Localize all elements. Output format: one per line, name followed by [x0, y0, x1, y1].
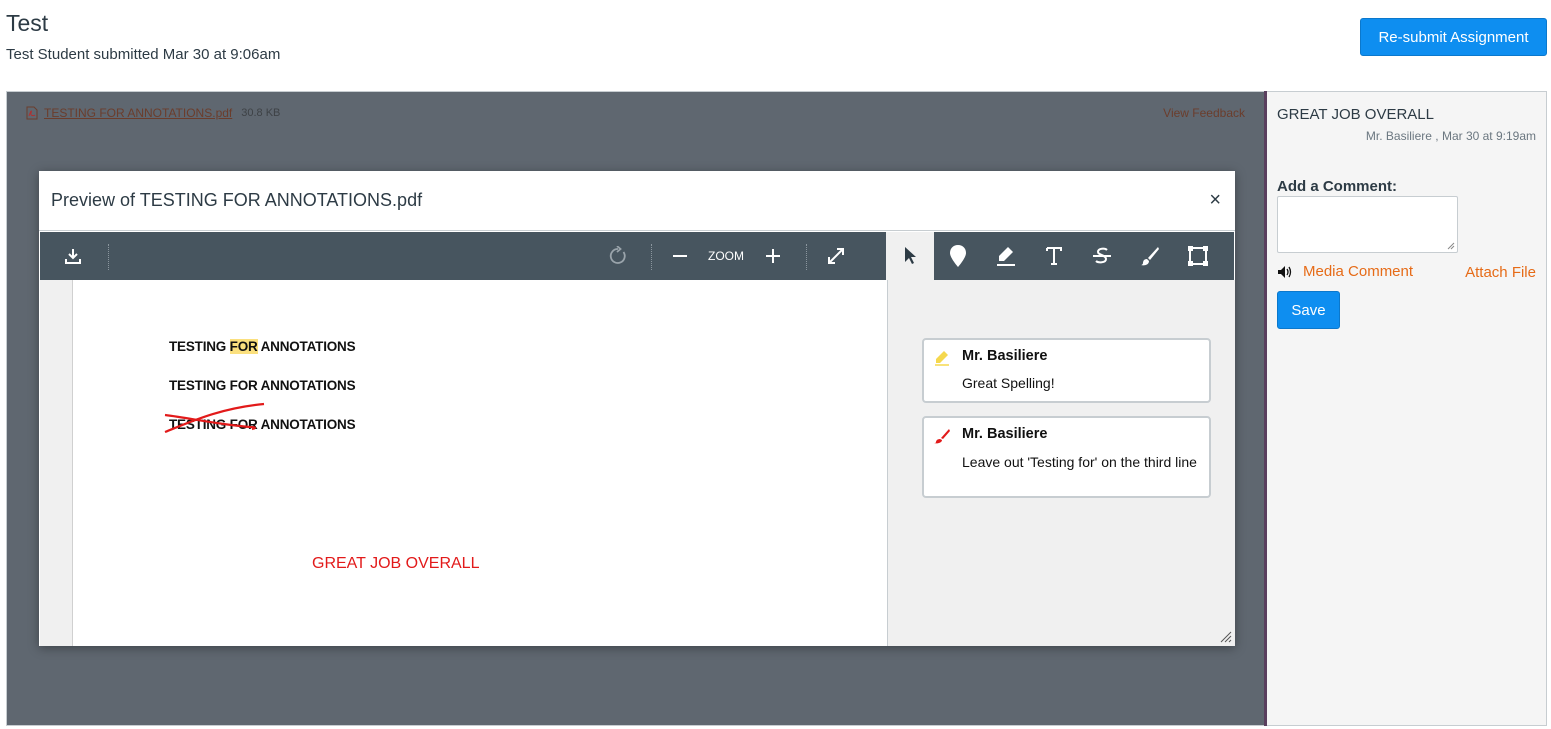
annotation-text: Leave out 'Testing for' on the third lin…: [962, 454, 1197, 470]
comment-meta: Mr. Basiliere , Mar 30 at 9:19am: [1365, 129, 1536, 143]
paintbrush-icon: [1141, 247, 1159, 266]
area-select-icon: [1188, 246, 1208, 266]
area-tool-button[interactable]: [1176, 232, 1220, 280]
document-line: TESTING FOR ANNOTATIONS: [169, 339, 356, 354]
map-pin-icon: [950, 245, 966, 267]
annotation-author: Mr. Basiliere: [962, 426, 1048, 442]
text-icon: [1046, 247, 1062, 265]
file-size: 30.8 KB: [241, 107, 281, 119]
rotate-button[interactable]: [603, 232, 633, 280]
modal-title: Preview of TESTING FOR ANNOTATIONS.pdf: [51, 190, 423, 210]
file-link[interactable]: TESTING FOR ANNOTATIONS.pdf: [44, 106, 232, 120]
document-text: TESTING: [169, 339, 230, 354]
document-text: ANNOTATIONS: [257, 339, 356, 354]
page-gutter: [40, 280, 73, 646]
point-annotation-button[interactable]: [936, 232, 980, 280]
toolbar-separator: [806, 244, 807, 270]
highlight-tool-button[interactable]: [984, 232, 1028, 280]
document-page-area[interactable]: TESTING FOR ANNOTATIONS TESTING FOR ANNO…: [40, 280, 887, 646]
page-title: Test: [6, 10, 49, 36]
highlighter-icon: [935, 351, 949, 366]
zoom-label: ZOOM: [708, 249, 744, 263]
annotation-card[interactable]: Mr. Basiliere Great Spelling!: [922, 338, 1211, 403]
comment-title: GREAT JOB OVERALL: [1277, 106, 1434, 123]
strikethrough-icon: [1093, 247, 1111, 264]
comments-sidebar: GREAT JOB OVERALL Mr. Basiliere , Mar 30…: [1267, 91, 1547, 726]
download-icon: [65, 249, 81, 264]
freehand-strike-annotation[interactable]: [160, 400, 270, 440]
speaker-icon: [1278, 265, 1292, 278]
text-tool-button[interactable]: [1032, 232, 1076, 280]
fullscreen-button[interactable]: [821, 232, 851, 280]
attach-file-link[interactable]: Attach File: [1465, 264, 1536, 281]
resubmit-assignment-button[interactable]: Re-submit Assignment: [1360, 18, 1547, 56]
pdf-file-icon: [26, 106, 38, 120]
freehand-icon: [934, 429, 950, 444]
comment-textarea[interactable]: [1277, 196, 1458, 253]
strikeout-tool-button[interactable]: [1080, 232, 1124, 280]
preview-modal: Preview of TESTING FOR ANNOTATIONS.pdf ×…: [39, 171, 1235, 646]
annotation-comments-pane: Mr. Basiliere Great Spelling! Mr. Basili…: [887, 280, 1235, 646]
file-row: TESTING FOR ANNOTATIONS.pdf 30.8 KB: [25, 106, 280, 120]
viewer-toolbar: ZOOM: [40, 232, 1234, 280]
draw-tool-button[interactable]: [1128, 232, 1172, 280]
save-button[interactable]: Save: [1277, 291, 1340, 329]
add-comment-label: Add a Comment:: [1277, 178, 1397, 195]
free-text-annotation[interactable]: GREAT JOB OVERALL: [312, 555, 479, 573]
textarea-resize-icon[interactable]: [1447, 242, 1455, 250]
rotate-icon: [609, 246, 626, 264]
annotation-card[interactable]: Mr. Basiliere Leave out 'Testing for' on…: [922, 416, 1211, 498]
highlighter-icon: [997, 247, 1015, 266]
toolbar-separator: [108, 244, 109, 270]
annotation-author: Mr. Basiliere: [962, 348, 1048, 364]
highlighted-text[interactable]: FOR: [229, 339, 258, 354]
media-comment-link[interactable]: Media Comment: [1277, 263, 1413, 280]
zoom-out-button[interactable]: [666, 232, 694, 280]
media-comment-label[interactable]: Media Comment: [1303, 263, 1413, 280]
submission-info: Test Student submitted Mar 30 at 9:06am: [6, 46, 281, 63]
annotation-text: Great Spelling!: [962, 375, 1055, 391]
select-tool-button[interactable]: [886, 232, 934, 280]
minus-icon: [673, 255, 687, 257]
download-button[interactable]: [58, 232, 88, 280]
plus-icon: [766, 249, 780, 263]
document-line: TESTING FOR ANNOTATIONS: [169, 378, 356, 393]
resize-handle-icon[interactable]: [1220, 631, 1232, 643]
modal-header: Preview of TESTING FOR ANNOTATIONS.pdf ×: [39, 171, 1235, 231]
toolbar-separator: [651, 244, 652, 270]
cursor-icon: [905, 247, 916, 264]
view-feedback-link[interactable]: View Feedback: [1163, 106, 1245, 120]
expand-icon: [828, 248, 844, 264]
zoom-in-button[interactable]: [759, 232, 787, 280]
close-button[interactable]: ×: [1209, 189, 1221, 211]
